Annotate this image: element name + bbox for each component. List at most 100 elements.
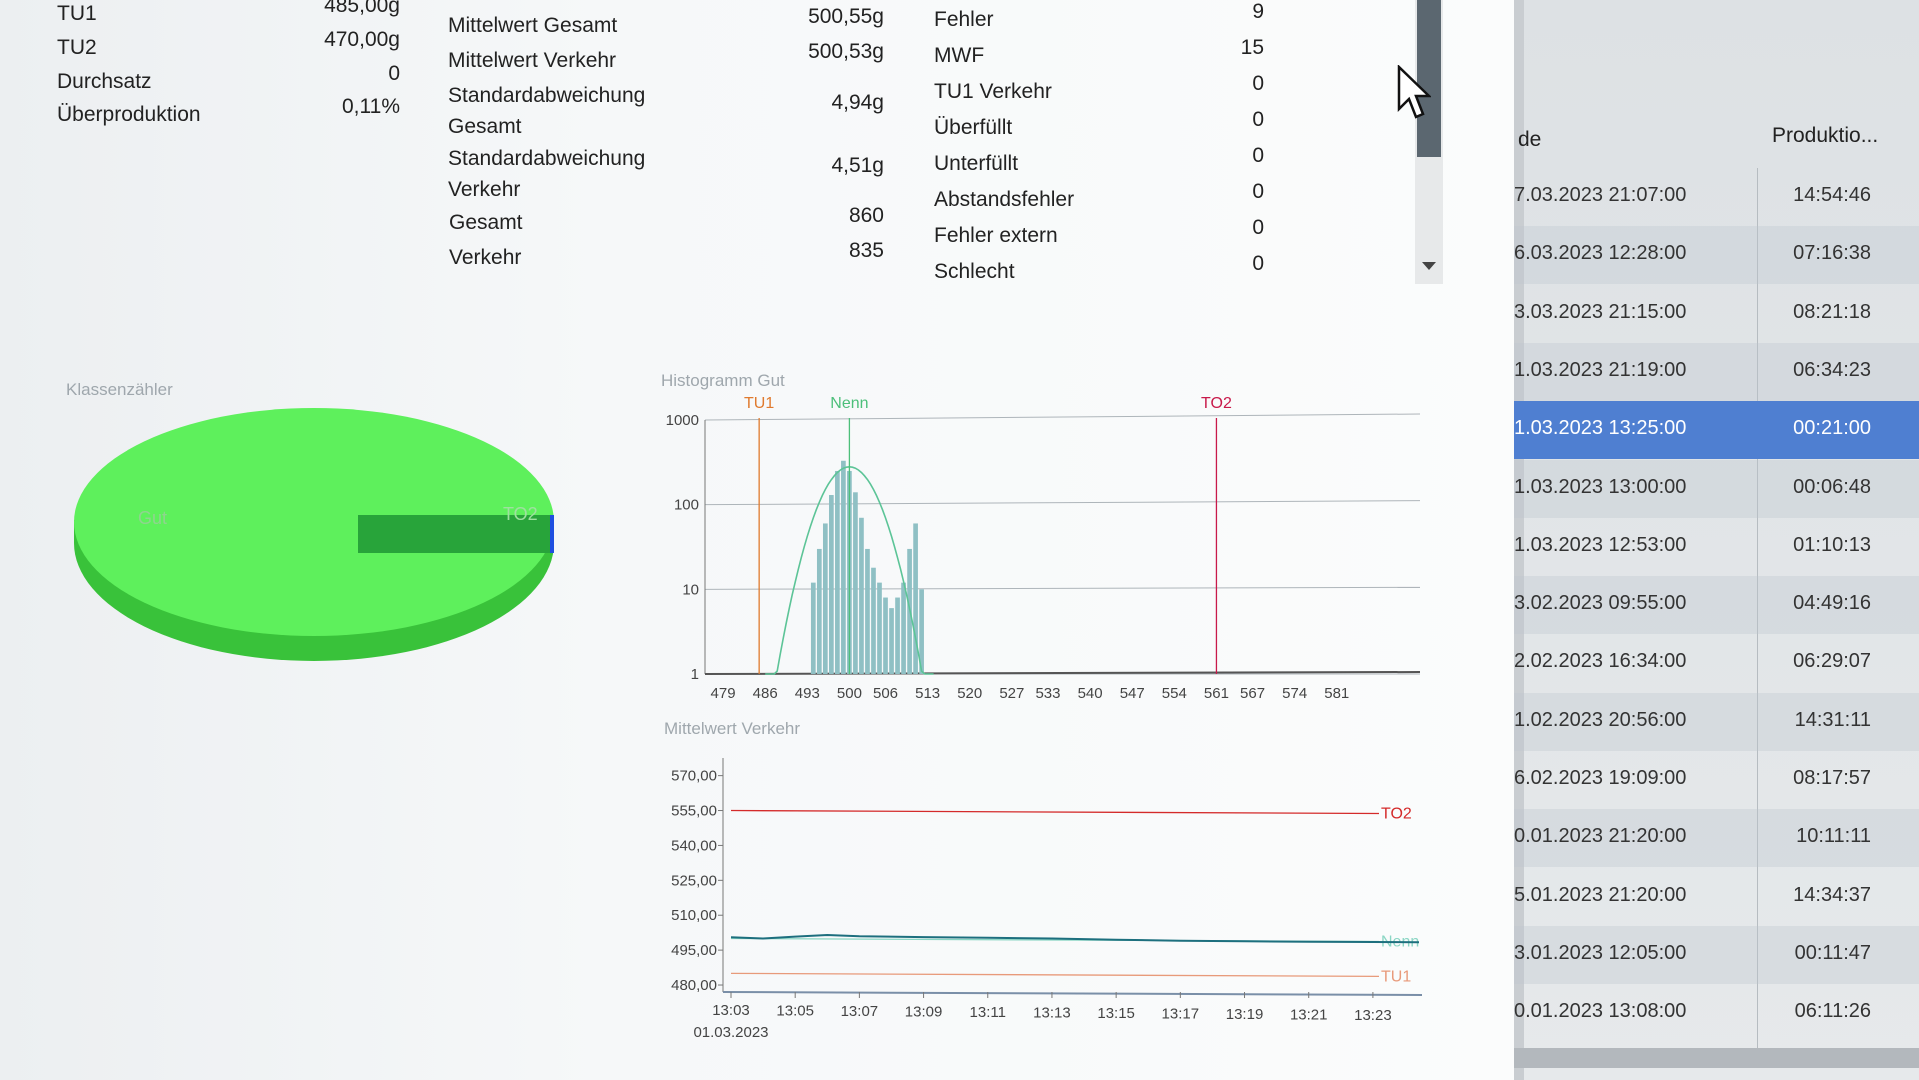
x-date-label: 01.03.2023	[693, 1024, 768, 1041]
histogram-bar	[810, 582, 816, 674]
stats-scrollbar[interactable]	[1415, 0, 1443, 284]
histogram-bar	[883, 597, 888, 674]
cell-production: 14:31:11	[1794, 708, 1871, 731]
column-header-end[interactable]: de	[1518, 128, 1541, 152]
histogram-title: Histogramm Gut	[661, 371, 785, 390]
x-tick-label: 554	[1162, 685, 1187, 702]
x-tick-label: 567	[1240, 685, 1265, 702]
stat-label: Durchsatz	[57, 70, 152, 93]
y-tick-label: 570,00	[671, 768, 717, 785]
table-row[interactable]: 1.03.2023 13:25:00 00:21:00	[1514, 401, 1919, 460]
reference-line	[730, 809, 1380, 815]
stat-label: TU1	[57, 2, 97, 25]
table-row[interactable]: 5.01.2023 21:20:00 14:34:37	[1514, 868, 1919, 926]
gridline	[704, 500, 1421, 506]
stat-value: 0	[1252, 180, 1264, 203]
stat-label: Unterfüllt	[934, 152, 1019, 175]
cell-end: 3.03.2023 21:15:00	[1514, 300, 1687, 323]
production-table: de Produktio... 7.03.2023 21:07:00 14:54:…	[1514, 0, 1919, 1080]
cell-production: 10:11:11	[1796, 825, 1871, 848]
stat-label: Schlecht	[934, 260, 1015, 283]
stat-value: 500,55g	[808, 5, 884, 28]
stat-value: 0	[1252, 108, 1264, 131]
cell-end: 1.03.2023 21:19:00	[1514, 358, 1687, 381]
cell-end: 1.03.2023 12:53:00	[1514, 533, 1687, 556]
x-tick-label: 527	[999, 685, 1024, 702]
cell-production: 00:21:00	[1793, 417, 1871, 440]
table-row[interactable]: 0.01.2023 21:20:00 10:11:11	[1514, 809, 1919, 868]
histogram-bar	[853, 492, 858, 674]
y-tick-label: 100	[674, 497, 699, 514]
stat-value: 4,51g	[831, 154, 884, 177]
table-row[interactable]: 3.02.2023 09:55:00 04:49:16	[1514, 576, 1919, 635]
cell-production: 06:34:23	[1793, 358, 1871, 381]
cell-production: 14:34:37	[1793, 883, 1871, 906]
stat-label: Standardabweichung Verkehr	[448, 147, 646, 201]
table-row[interactable]: 2.02.2023 16:34:00 06:29:07	[1514, 634, 1919, 692]
stat-label: Überfüllt	[934, 116, 1013, 139]
table-row[interactable]: 6.03.2023 12:28:00 07:16:38	[1514, 226, 1919, 285]
histogram-bar	[895, 597, 900, 674]
stat-value: 0	[1252, 144, 1264, 167]
stat-value: 9	[1252, 0, 1264, 23]
cell-end: 2.02.2023 16:34:00	[1514, 650, 1687, 673]
marker-label: Nenn	[830, 395, 868, 412]
marker-label: TO2	[1201, 395, 1232, 412]
stat-value: 15	[1240, 36, 1264, 59]
y-tick-label: 495,00	[671, 942, 717, 959]
x-tick-label: 513	[915, 685, 940, 702]
cell-end: 3.01.2023 12:05:00	[1514, 941, 1687, 964]
stat-value: 835	[848, 239, 884, 262]
stat-value: 500,53g	[808, 40, 884, 63]
x-tick-label: 486	[753, 685, 778, 702]
x-tick-label: 520	[957, 685, 982, 702]
gridline	[704, 413, 1421, 421]
stat-label: TU2	[57, 36, 97, 59]
y-tick-label: 10	[682, 581, 699, 598]
table-row[interactable]: 3.03.2023 21:15:00 08:21:18	[1514, 285, 1919, 343]
x-tick-label: 561	[1204, 685, 1229, 702]
statistics-panel: TU1 485,00g TU2 470,00g Durchsatz 0 Über…	[0, 0, 1514, 1080]
table-row[interactable]: 0.01.2023 13:08:00 06:11:26	[1514, 984, 1919, 1042]
pie-label-gut: Gut	[138, 508, 167, 528]
histogram-bar	[901, 582, 906, 674]
stat-value: 0	[1252, 252, 1264, 275]
scroll-down-arrow-icon[interactable]	[1422, 262, 1436, 270]
mean-traffic-chart: 570,00 555,00 540,00 525,00 510,00 495,00 480,…	[671, 758, 1423, 1041]
histogram-bar	[871, 567, 876, 674]
horizontal-scrollbar[interactable]	[1514, 1048, 1919, 1068]
cell-production: 04:49:16	[1793, 592, 1871, 615]
stat-value: 0	[1252, 72, 1264, 95]
stat-label: Standardabweichung Gesamt	[448, 84, 646, 138]
x-tick-label: 574	[1282, 685, 1307, 702]
x-axis	[722, 991, 1423, 996]
stat-label: Abstandsfehler	[934, 188, 1075, 211]
table-row[interactable]: 1.03.2023 13:00:00 00:06:48	[1514, 459, 1919, 518]
cell-end: 3.02.2023 09:55:00	[1514, 592, 1687, 615]
table-row[interactable]: 3.01.2023 12:05:00 00:11:47	[1514, 925, 1919, 984]
stat-value: 485,00g	[324, 0, 400, 17]
cell-end: 6.03.2023 12:28:00	[1514, 242, 1687, 265]
stat-value: 0	[388, 62, 400, 85]
column-header-production[interactable]: Produktio...	[1772, 124, 1878, 148]
table-row[interactable]: 1.02.2023 20:56:00 14:31:11	[1514, 692, 1919, 751]
x-tick-label: 479	[711, 685, 736, 702]
stat-label: Überproduktion	[57, 103, 201, 126]
x-tick-label: 13:17	[1162, 1006, 1200, 1023]
histogram-bar	[841, 460, 846, 674]
stat-label: Mittelwert Verkehr	[448, 49, 617, 72]
histogram-bar	[889, 608, 894, 674]
y-tick-label: 1000	[666, 412, 699, 429]
cell-end: 1.02.2023 20:56:00	[1514, 708, 1687, 731]
cell-end: 5.01.2023 21:20:00	[1514, 883, 1687, 906]
cell-end: 6.02.2023 19:09:00	[1514, 767, 1687, 789]
table-row[interactable]: 6.02.2023 19:09:00 08:17:57	[1514, 751, 1919, 809]
cell-production: 14:54:46	[1793, 184, 1871, 206]
x-tick-label: 13:23	[1354, 1007, 1392, 1024]
stat-value: 0	[1252, 216, 1264, 239]
cell-production: 00:11:47	[1794, 941, 1871, 964]
x-tick-label: 13:11	[970, 1004, 1006, 1021]
table-row[interactable]: 1.03.2023 12:53:00 01:10:13	[1514, 518, 1919, 576]
table-row[interactable]: 1.03.2023 21:19:00 06:34:23	[1514, 342, 1919, 401]
table-row[interactable]: 7.03.2023 21:07:00 14:54:46	[1514, 168, 1919, 226]
